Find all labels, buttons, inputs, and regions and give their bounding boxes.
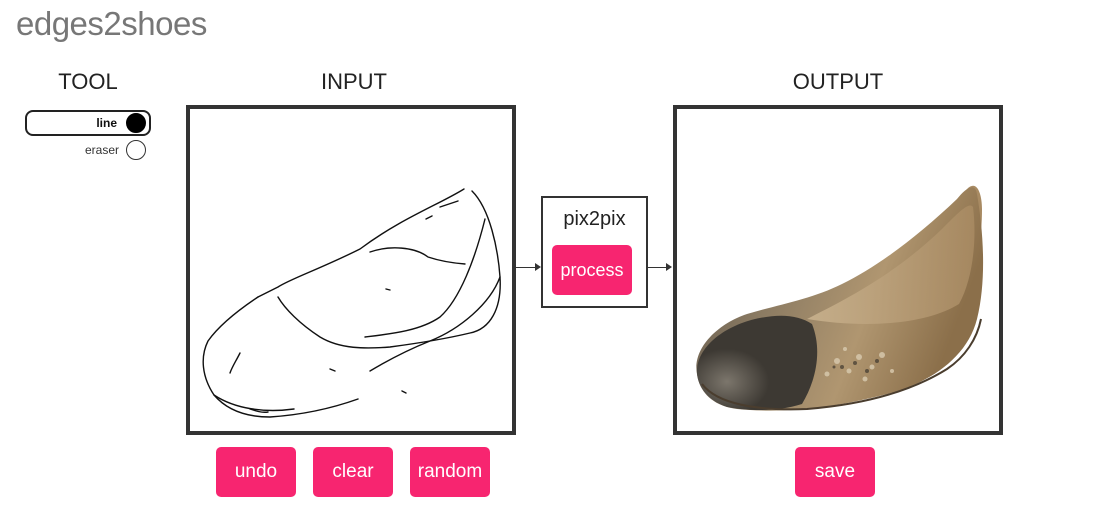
clear-button[interactable]: clear <box>313 447 393 497</box>
tool-option-eraser[interactable]: eraser <box>25 139 151 163</box>
process-button[interactable]: process <box>552 245 632 295</box>
arrow-model-to-output <box>648 267 668 268</box>
input-drawing-canvas[interactable] <box>186 105 516 435</box>
output-shoe-image <box>673 105 1003 435</box>
radio-unselected-icon <box>126 140 146 160</box>
tool-heading: TOOL <box>58 69 118 94</box>
save-button[interactable]: save <box>795 447 875 497</box>
sketch-strokes <box>202 188 501 418</box>
tool-option-eraser-label: eraser <box>84 143 119 157</box>
app-title: edges2shoes <box>16 5 207 42</box>
input-heading: INPUT <box>321 69 387 94</box>
random-button[interactable]: random <box>410 447 490 497</box>
undo-button[interactable]: undo <box>216 447 296 497</box>
tool-option-line[interactable]: line <box>25 110 151 136</box>
output-heading: OUTPUT <box>792 69 884 94</box>
shoe-illustration <box>696 185 984 411</box>
model-name: pix2pix <box>563 208 626 230</box>
radio-selected-icon <box>126 113 146 133</box>
arrow-head-icon <box>666 263 672 271</box>
tool-option-line-label: line <box>96 116 117 130</box>
